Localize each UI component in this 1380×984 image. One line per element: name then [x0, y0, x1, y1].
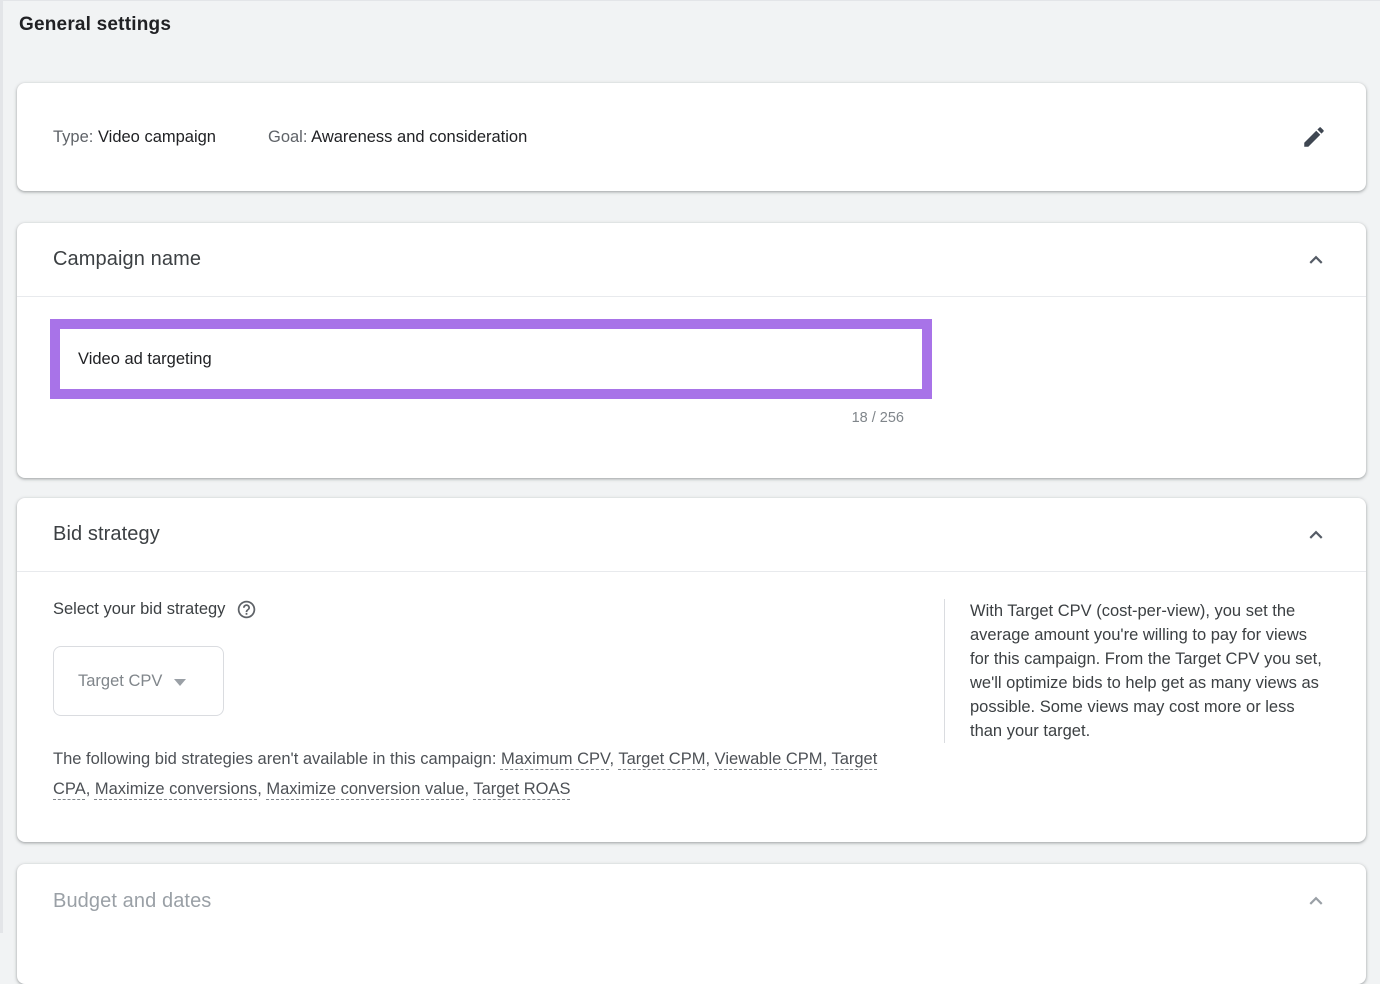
char-counter: 18 / 256 — [50, 410, 932, 426]
budget-dates-title: Budget and dates — [53, 890, 211, 913]
select-label-row: Select your bid strategy — [53, 599, 906, 620]
campaign-name-card: Campaign name 18 / 256 — [17, 223, 1366, 478]
annotation-highlight — [50, 319, 932, 399]
collapse-button[interactable] — [1300, 885, 1332, 917]
select-bid-strategy-label: Select your bid strategy — [53, 600, 225, 619]
type-value: Video campaign — [98, 128, 216, 146]
unavailable-prefix: The following bid strategies aren't avai… — [53, 750, 501, 768]
campaign-goal: Goal: Awareness and consideration — [268, 128, 527, 147]
pencil-icon — [1301, 124, 1327, 150]
type-label: Type: — [53, 128, 93, 146]
collapse-button[interactable] — [1300, 244, 1332, 276]
campaign-type: Type: Video campaign — [53, 128, 216, 147]
bid-strategy-card: Bid strategy Select your bid strategy — [17, 498, 1366, 842]
chevron-up-icon — [1303, 522, 1329, 548]
help-icon — [236, 599, 257, 620]
campaign-name-input[interactable] — [60, 329, 922, 389]
bid-strategy-left: Select your bid strategy Target CPV Th — [53, 599, 944, 804]
bid-strategy-body: Select your bid strategy Target CPV Th — [17, 572, 1366, 842]
bid-strategy-selected-value: Target CPV — [78, 672, 162, 691]
budget-dates-card: Budget and dates — [17, 864, 1366, 984]
bid-strategy-dropdown[interactable]: Target CPV — [53, 646, 224, 716]
budget-dates-header[interactable]: Budget and dates — [17, 864, 1366, 938]
caret-down-icon — [174, 679, 186, 686]
page-title: General settings — [19, 14, 1366, 36]
bid-strategy-link[interactable]: Target ROAS — [473, 780, 570, 798]
general-settings-page: General settings Type: Video campaign Go… — [3, 14, 1380, 984]
bid-strategy-link[interactable]: Viewable CPM — [715, 750, 823, 768]
type-goal-card: Type: Video campaign Goal: Awareness and… — [17, 83, 1366, 191]
bid-strategy-title: Bid strategy — [53, 523, 160, 546]
bid-strategy-link[interactable]: Maximize conversions — [95, 780, 257, 798]
goal-label: Goal: — [268, 128, 307, 146]
bid-strategy-link[interactable]: Maximize conversion value — [266, 780, 464, 798]
campaign-name-title: Campaign name — [53, 248, 201, 271]
campaign-name-header[interactable]: Campaign name — [17, 223, 1366, 297]
bid-strategy-link[interactable]: Target CPM — [618, 750, 705, 768]
chevron-up-icon — [1303, 247, 1329, 273]
campaign-name-body: 18 / 256 — [17, 297, 1366, 426]
edit-button[interactable] — [1298, 121, 1330, 153]
bid-strategy-header[interactable]: Bid strategy — [17, 498, 1366, 572]
unavailable-strategies-text: The following bid strategies aren't avai… — [53, 744, 906, 804]
bid-strategy-help-text: With Target CPV (cost-per-view), you set… — [944, 599, 1330, 743]
chevron-up-icon — [1303, 888, 1329, 914]
collapse-button[interactable] — [1300, 519, 1332, 551]
help-button[interactable] — [236, 599, 257, 620]
goal-value: Awareness and consideration — [311, 128, 527, 146]
bid-strategy-link[interactable]: Maximum CPV — [501, 750, 610, 768]
